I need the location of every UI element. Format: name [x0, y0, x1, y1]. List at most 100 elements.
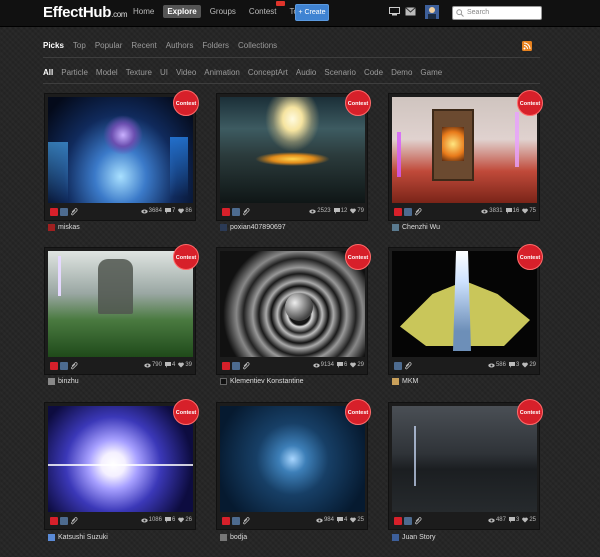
tab-collections[interactable]: Collections [238, 41, 277, 50]
heart-icon [350, 362, 357, 368]
author-link[interactable]: MKM [392, 378, 418, 385]
cat-code[interactable]: Code [364, 68, 383, 77]
nav-home[interactable]: Home [129, 5, 158, 18]
cat-particle[interactable]: Particle [61, 68, 88, 77]
eye-icon [481, 209, 488, 213]
effect-thumbnail[interactable] [48, 251, 193, 357]
contest-badge: Contest [173, 244, 199, 270]
author-link[interactable]: binzhu [48, 378, 79, 385]
effect-card[interactable]: Contest 790 4 39 [44, 244, 199, 375]
cat-demo[interactable]: Demo [391, 68, 412, 77]
effect-card[interactable]: Contest 3684 7 86 [44, 90, 199, 221]
author-link[interactable]: miskas [48, 224, 80, 231]
create-button[interactable]: + Create [295, 4, 329, 21]
effect-thumbnail[interactable] [220, 406, 365, 512]
effect-card[interactable]: Contest 984 4 25 [216, 399, 371, 530]
card-meta: 3684 7 86 [50, 208, 192, 218]
user-avatar-icon[interactable] [425, 5, 439, 19]
display-icon[interactable] [389, 7, 400, 16]
site-logo[interactable]: EffectHub.com [43, 4, 128, 21]
likes-stat: 25 [522, 517, 536, 523]
contest-badge: Contest [345, 244, 371, 270]
cat-scenario[interactable]: Scenario [324, 68, 356, 77]
attachment-icon [243, 517, 250, 525]
effect-thumbnail[interactable] [392, 97, 537, 203]
cat-all[interactable]: All [43, 68, 53, 77]
author-link[interactable]: poxian407890697 [220, 224, 286, 231]
effect-card[interactable]: Contest 9134 6 29 [216, 244, 371, 375]
eye-icon [312, 363, 320, 367]
effect-thumbnail[interactable] [392, 251, 537, 357]
comment-icon [164, 208, 171, 214]
cat-animation[interactable]: Animation [204, 68, 240, 77]
nav-explore[interactable]: Explore [163, 5, 201, 18]
cat-video[interactable]: Video [176, 68, 196, 77]
likes-stat: 86 [178, 208, 192, 214]
effect-thumbnail[interactable] [392, 406, 537, 512]
likes-count: 25 [357, 517, 364, 523]
views-count: 487 [495, 517, 506, 523]
comment-icon [336, 517, 343, 523]
flash-icon [50, 208, 58, 216]
effect-card[interactable]: Contest 586 3 29 [388, 244, 543, 375]
views-count: 790 [151, 362, 162, 368]
tab-recent[interactable]: Recent [131, 41, 156, 50]
cat-conceptart[interactable]: ConceptArt [248, 68, 288, 77]
cat-game[interactable]: Game [420, 68, 442, 77]
views-stat: 3831 [481, 208, 503, 214]
heart-icon [178, 208, 185, 214]
tab-picks[interactable]: Picks [43, 41, 64, 50]
nav-contest[interactable]: Contest [245, 1, 285, 18]
nav-groups[interactable]: Groups [206, 5, 240, 18]
author-link[interactable]: Chenzhi Wu [392, 224, 440, 231]
effect-card[interactable]: Contest 1086 6 26 [44, 399, 199, 530]
card-meta: 9134 6 29 [222, 362, 364, 372]
author-avatar [220, 378, 227, 385]
contest-badge: Contest [517, 244, 543, 270]
author-link[interactable]: Juan Story [392, 534, 435, 541]
effect-thumbnail[interactable] [220, 251, 365, 357]
search-input[interactable]: Search [452, 6, 542, 20]
views-stat: 984 [316, 517, 334, 523]
eye-icon [140, 518, 148, 522]
eye-icon [140, 209, 148, 213]
effect-thumbnail[interactable] [220, 97, 365, 203]
contest-badge: Contest [173, 90, 199, 116]
tab-authors[interactable]: Authors [166, 41, 194, 50]
divider [43, 57, 540, 58]
attachment-icon [243, 362, 250, 370]
likes-stat: 25 [350, 517, 364, 523]
model-icon [394, 362, 402, 370]
effect-card[interactable]: Contest 3831 16 75 [388, 90, 543, 221]
card-meta: 984 4 25 [222, 517, 364, 527]
flash-icon [222, 517, 230, 525]
effect-card[interactable]: Contest 2523 12 79 [216, 90, 371, 221]
author-name: miskas [58, 224, 80, 231]
cat-texture[interactable]: Texture [126, 68, 152, 77]
cat-model[interactable]: Model [96, 68, 118, 77]
eye-icon [316, 518, 323, 522]
rss-icon[interactable] [522, 41, 532, 51]
effect-card[interactable]: Contest 487 3 25 [388, 399, 543, 530]
heart-icon [350, 208, 357, 214]
comments-count: 3 [515, 517, 520, 523]
cat-ui[interactable]: UI [160, 68, 168, 77]
author-link[interactable]: Klementiev Konstantine [220, 378, 304, 385]
likes-count: 39 [185, 362, 192, 368]
tab-top[interactable]: Top [73, 41, 86, 50]
author-avatar [48, 378, 55, 385]
author-link[interactable]: bodja [220, 534, 247, 541]
card-meta: 2523 12 79 [222, 208, 364, 218]
views-stat: 586 [488, 362, 506, 368]
comments-count: 6 [343, 362, 348, 368]
effect-thumbnail[interactable] [48, 406, 193, 512]
comments-count: 4 [171, 362, 176, 368]
tab-folders[interactable]: Folders [202, 41, 229, 50]
comments-stat: 16 [505, 208, 519, 214]
tab-popular[interactable]: Popular [95, 41, 123, 50]
mail-icon[interactable] [405, 7, 416, 16]
author-link[interactable]: Katsushi Suzuki [48, 534, 108, 541]
cat-audio[interactable]: Audio [296, 68, 316, 77]
flash-icon [394, 208, 402, 216]
effect-thumbnail[interactable] [48, 97, 193, 203]
